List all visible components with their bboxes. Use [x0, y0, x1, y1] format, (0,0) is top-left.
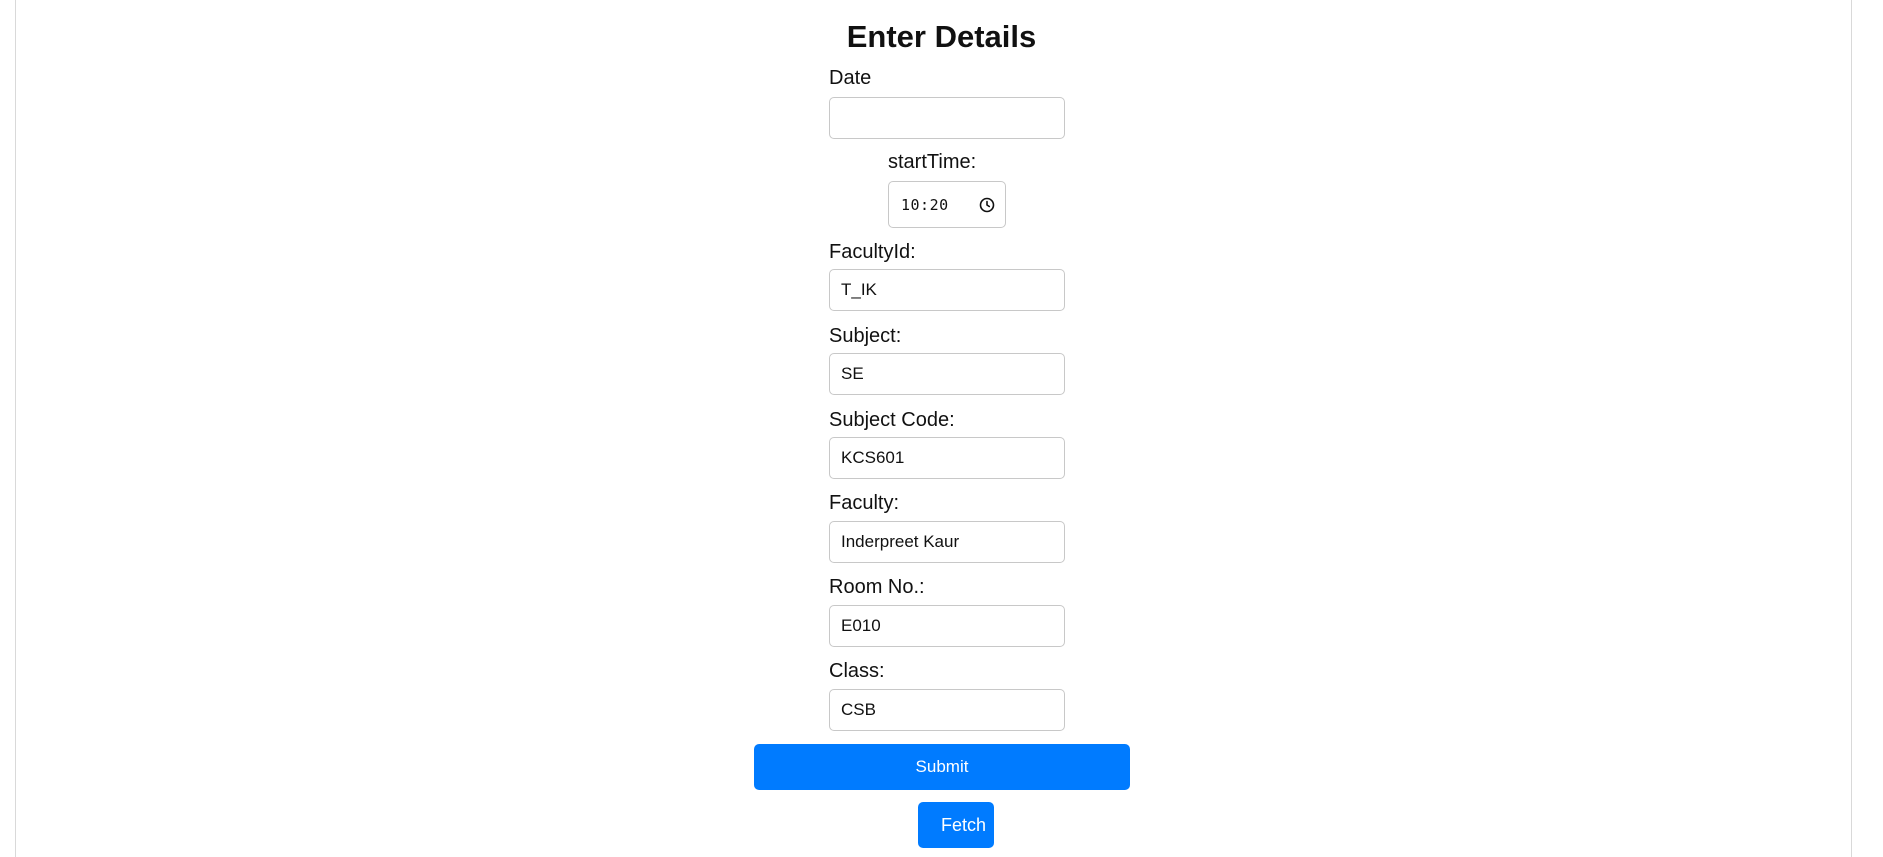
- room-no-input[interactable]: [829, 605, 1065, 647]
- faculty-label: Faculty:: [829, 492, 900, 514]
- date-input[interactable]: [829, 97, 1065, 139]
- start-time-label: startTime:: [888, 151, 977, 173]
- fetch-button[interactable]: Fetch: [918, 802, 994, 848]
- subject-code-label: Subject Code:: [829, 409, 955, 431]
- clock-icon[interactable]: [979, 197, 995, 213]
- subject-label: Subject:: [829, 325, 902, 347]
- subject-code-input[interactable]: [829, 437, 1065, 479]
- class-label: Class:: [829, 660, 885, 682]
- faculty-input[interactable]: [829, 521, 1065, 563]
- faculty-id-input[interactable]: [829, 269, 1065, 311]
- room-no-label: Room No.:: [829, 576, 925, 598]
- date-label: Date: [829, 67, 872, 89]
- faculty-id-label: FacultyId:: [829, 241, 916, 263]
- submit-button[interactable]: Submit: [754, 744, 1130, 790]
- start-time-input[interactable]: 10:20: [888, 181, 1006, 228]
- page-title: Enter Details: [846, 19, 1037, 54]
- subject-input[interactable]: [829, 353, 1065, 395]
- class-input[interactable]: [829, 689, 1065, 731]
- start-time-value: 10:20: [901, 195, 949, 214]
